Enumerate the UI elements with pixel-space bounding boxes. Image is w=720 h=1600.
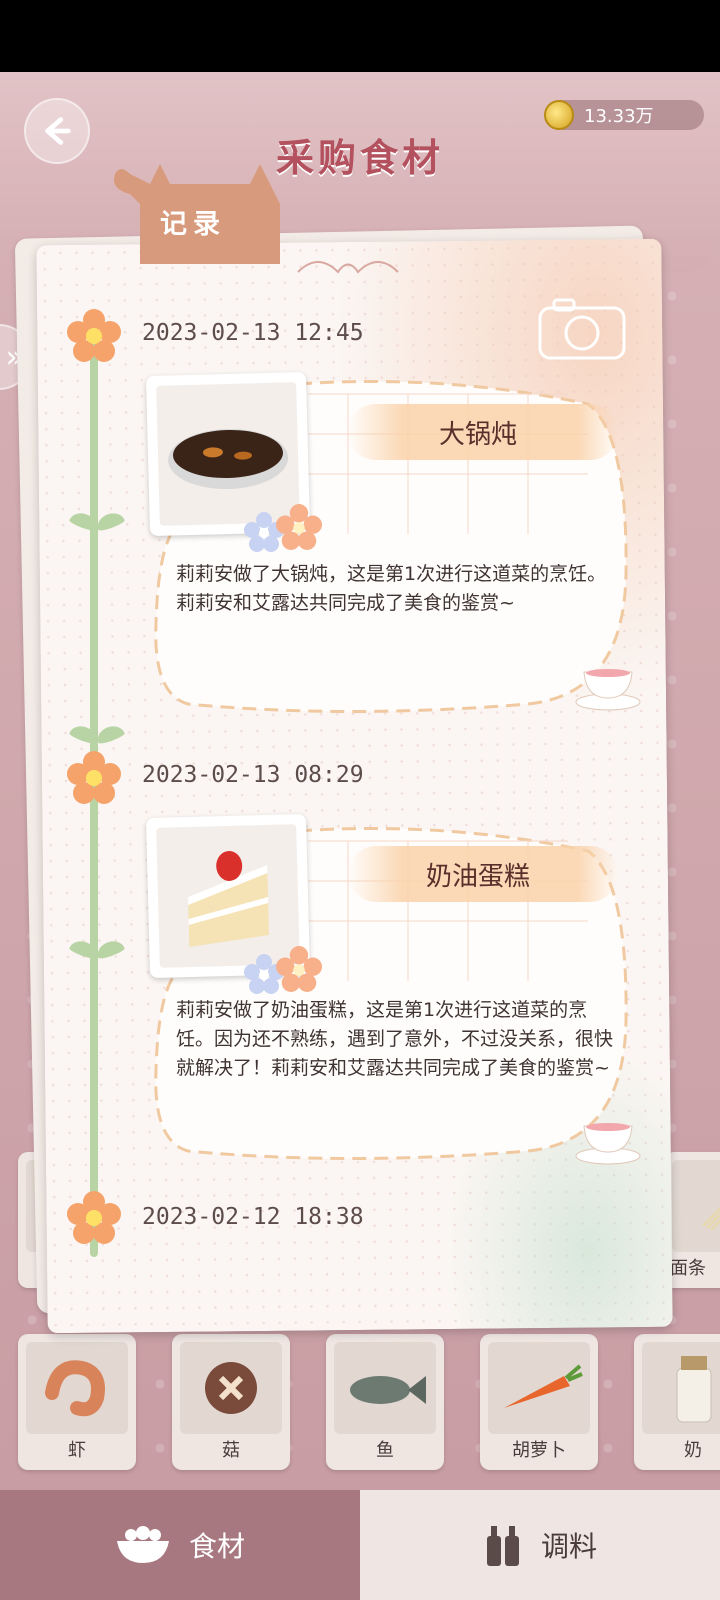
- entry-timestamp: 2023-02-13 08:29: [142, 762, 364, 788]
- entry-timestamp: 2023-02-13 12:45: [142, 320, 364, 346]
- coin-icon: [544, 100, 574, 130]
- flower-icon: [67, 1191, 121, 1244]
- flower-icon: [67, 309, 121, 362]
- ingredient-tile-fish[interactable]: 鱼: [326, 1334, 444, 1470]
- back-button[interactable]: [24, 98, 90, 164]
- tab-label: 食材: [188, 1530, 245, 1563]
- ingredient-row-2: 虾 菇 鱼 胡萝卜 奶: [0, 1334, 720, 1474]
- ingredient-label: 胡萝卜: [512, 1440, 566, 1461]
- ingredient-tile-noodles[interactable]: 面条: [664, 1152, 720, 1288]
- game-screen: 13.33万 采购食材 » 恢 面条 虾 菇: [0, 72, 720, 1600]
- journal-entry[interactable]: 大锅炖 莉莉安做了大锅炖，这是第1次进行这道菜的烹饪。莉莉安和艾露达共同完成了美…: [145, 371, 641, 724]
- tab-label: 调料: [540, 1530, 597, 1563]
- ornament-icon: [297, 261, 399, 274]
- teacup-icon: [575, 1123, 641, 1165]
- ingredient-label: 奶: [684, 1440, 702, 1461]
- bottom-tab-bar: 食材 调料: [0, 1490, 720, 1600]
- dish-name: 大锅炖: [438, 420, 517, 450]
- ingredient-tile-carrot[interactable]: 胡萝卜: [480, 1334, 598, 1470]
- flower-icon: [67, 751, 121, 804]
- entry-timestamp: 2023-02-12 18:38: [142, 1204, 364, 1230]
- coin-amount: 13.33万: [584, 106, 654, 127]
- carrot-icon: [488, 1342, 590, 1434]
- bottles-icon: [486, 1526, 519, 1566]
- noodles-icon: [672, 1160, 720, 1252]
- tab-ingredients[interactable]: 食材: [0, 1490, 360, 1600]
- journal-entry[interactable]: 奶油蛋糕 莉莉安做了奶油蛋糕，这是第1次进行这道菜的烹饪。因为还不熟练，遇到了意…: [145, 813, 641, 1176]
- ingredient-tile-milk[interactable]: 奶: [634, 1334, 720, 1470]
- mushroom-icon: [180, 1342, 282, 1434]
- shrimp-icon: [26, 1342, 128, 1434]
- camera-icon: [538, 298, 626, 360]
- tab-seasonings[interactable]: 调料: [360, 1490, 720, 1600]
- coin-balance: 13.33万: [544, 100, 704, 130]
- ingredient-tile-shrimp[interactable]: 虾: [18, 1334, 136, 1470]
- entry-description: 莉莉安做了大锅炖，这是第1次进行这道菜的烹饪。莉莉安和艾露达共同完成了美食的鉴赏…: [176, 563, 607, 614]
- entry-description: 莉莉安做了奶油蛋糕，这是第1次进行这道菜的烹饪。因为还不熟练，遇到了意外，不过没…: [176, 999, 614, 1079]
- small-flower-icon: [276, 504, 322, 550]
- dish-name: 奶油蛋糕: [425, 862, 530, 892]
- teacup-icon: [575, 669, 641, 711]
- back-arrow-icon: [45, 117, 71, 145]
- milk-icon: [642, 1342, 720, 1434]
- journal-tag-label: 记录: [160, 209, 226, 240]
- ingredient-label: 虾: [68, 1440, 86, 1461]
- ingredient-label: 面条: [670, 1258, 706, 1279]
- ingredient-label: 菇: [222, 1440, 240, 1461]
- bowl-icon: [116, 1526, 169, 1563]
- ingredient-label: 鱼: [376, 1440, 394, 1461]
- small-flower-icon: [276, 946, 322, 992]
- ingredient-tile-mushroom[interactable]: 菇: [172, 1334, 290, 1470]
- fish-icon: [334, 1342, 436, 1434]
